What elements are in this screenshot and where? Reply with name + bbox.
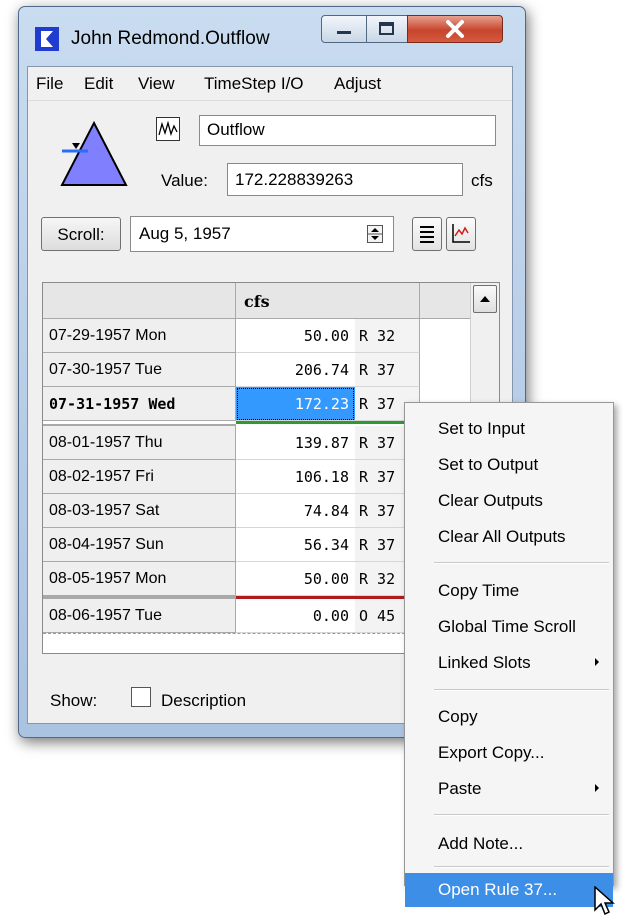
menu-separator [434,866,609,868]
submenu-arrow-icon [595,658,599,666]
menu-separator [434,814,609,816]
description-checkbox[interactable] [131,687,151,707]
menu-view[interactable]: View [138,74,175,94]
menu-edit[interactable]: Edit [84,74,113,94]
table-view-icon [420,226,434,243]
table-view-button[interactable] [412,217,442,251]
close-button[interactable] [407,15,503,43]
current-timestep-line [236,421,420,424]
plot-view-button[interactable] [446,217,476,251]
menu-bar: File Edit View TimeStep I/O Adjust [28,67,512,101]
scroll-date-value: Aug 5, 1957 [139,224,231,243]
row-date[interactable]: 08-05-1957 Mon [43,562,236,596]
menu-copy[interactable]: Copy [405,700,613,734]
submenu-arrow-icon [595,784,599,792]
row-value[interactable]: 139.87 [236,426,355,460]
mouse-pointer-icon [594,886,615,916]
scroll-up-icon [480,296,490,302]
menu-add-note[interactable]: Add Note... [405,827,613,861]
plot-view-icon [452,224,470,243]
maximize-button[interactable] [366,15,408,43]
menu-clear-all-outputs[interactable]: Clear All Outputs [405,520,613,554]
menu-global-time-scroll[interactable]: Global Time Scroll [405,610,613,644]
minimize-button[interactable] [321,15,367,43]
close-icon [446,20,464,38]
context-menu: Set to Input Set to Output Clear Outputs… [404,402,614,907]
title-bar[interactable]: John Redmond.Outflow [19,7,525,63]
maximize-icon [379,22,394,35]
row-value[interactable]: 56.34 [236,528,355,562]
row-value[interactable]: 50.00 [236,562,355,596]
row-value[interactable]: 206.74 [236,353,355,387]
row-value[interactable]: 106.18 [236,460,355,494]
menu-separator [434,689,609,691]
menu-paste-label: Paste [438,779,482,798]
spinner-icon[interactable] [367,225,383,243]
show-label: Show: [50,691,98,710]
minimize-icon [337,31,351,34]
scroll-date-field[interactable]: Aug 5, 1957 [130,216,394,252]
column-header[interactable]: cfs [236,283,420,319]
row-date[interactable]: 07-29-1957 Mon [43,319,236,353]
menu-set-to-input[interactable]: Set to Input [405,412,613,446]
slot-plot-icon [156,117,180,141]
slot-name-field[interactable]: Outflow [199,115,496,146]
row-date[interactable]: 08-02-1957 Fri [43,460,236,494]
row-date[interactable]: 07-30-1957 Tue [43,353,236,387]
row-value[interactable]: 74.84 [236,494,355,528]
scroll-button[interactable]: Scroll: [41,217,121,251]
table-corner-header [43,283,236,319]
row-date[interactable]: 08-04-1957 Sun [43,528,236,562]
row-value-selected[interactable]: 172.23 [236,387,355,421]
menu-file[interactable]: File [36,74,63,94]
riverware-app-icon [35,27,59,51]
table-row[interactable]: 07-29-1957 Mon 50.00 R 32 [43,319,470,353]
menu-linked-slots[interactable]: Linked Slots [405,646,613,680]
menu-clear-outputs[interactable]: Clear Outputs [405,484,613,518]
description-label[interactable]: Description [161,691,246,711]
menu-paste[interactable]: Paste [405,772,613,806]
menu-open-rule[interactable]: Open Rule 37... [405,873,613,907]
table-row[interactable]: 07-30-1957 Tue 206.74 R 37 [43,353,470,387]
menu-copy-time[interactable]: Copy Time [405,574,613,608]
scroll-up-button[interactable] [473,285,497,313]
row-flag: R 37 [355,353,420,387]
row-value[interactable]: 50.00 [236,319,355,353]
value-label: Value: [161,171,208,190]
row-date[interactable]: 08-03-1957 Sat [43,494,236,528]
row-flag: R 32 [355,319,420,353]
reservoir-object-icon [60,120,128,186]
header-filler [420,283,470,319]
units-label: cfs [471,171,493,190]
row-value[interactable]: 0.00 [236,599,355,633]
value-field[interactable]: 172.228839263 [227,163,463,196]
menu-set-to-output[interactable]: Set to Output [405,448,613,482]
menu-export-copy[interactable]: Export Copy... [405,736,613,770]
row-date[interactable]: 08-01-1957 Thu [43,426,236,460]
menu-separator [434,562,609,564]
row-date[interactable]: 08-06-1957 Tue [43,599,236,633]
menu-timestep-io[interactable]: TimeStep I/O [204,74,304,94]
window-title: John Redmond.Outflow [71,28,270,49]
menu-linked-slots-label: Linked Slots [438,653,531,672]
row-date[interactable]: 07-31-1957 Wed [43,387,236,421]
menu-adjust[interactable]: Adjust [334,74,381,94]
